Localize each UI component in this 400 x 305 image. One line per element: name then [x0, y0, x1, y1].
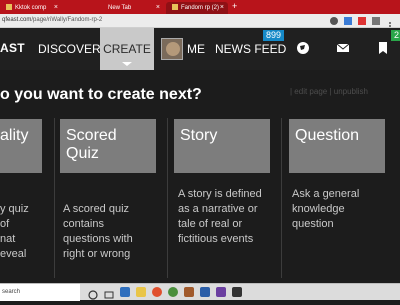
bookmark-badge: 2 [391, 30, 400, 41]
taskbar-search[interactable]: search [0, 284, 80, 301]
browser-tab[interactable]: New Tab × [102, 2, 164, 14]
new-tab-button[interactable]: + [232, 1, 237, 11]
edge-icon[interactable] [120, 287, 130, 297]
word-icon[interactable] [200, 287, 210, 297]
tab-label: Fandom rp (2) [181, 5, 220, 11]
page-actions[interactable]: | edit page | unpublish [290, 87, 368, 96]
card-title: Question [295, 127, 360, 144]
messages-icon[interactable] [335, 41, 351, 57]
bookmark-shape-icon [379, 42, 387, 54]
tab-close-icon[interactable]: × [220, 2, 224, 14]
task-view-glyph-icon [104, 291, 114, 299]
url-path: /page/riWally/Fandom-rp-2 [31, 17, 103, 23]
envelope-icon [336, 43, 350, 52]
create-card-personality[interactable]: ality [0, 119, 42, 173]
file-explorer-icon[interactable] [136, 287, 146, 297]
app-icon[interactable] [216, 287, 226, 297]
avatar[interactable] [161, 38, 183, 60]
tab-close-icon[interactable]: × [156, 2, 160, 14]
card-title: Story [180, 127, 218, 144]
browser-tab[interactable]: Kktok comp × [0, 2, 62, 14]
notifications-icon[interactable] [295, 41, 311, 57]
caret-down-icon [122, 62, 132, 66]
nav-discover[interactable]: DISCOVER [38, 42, 101, 56]
extension-icon[interactable] [358, 17, 366, 25]
card-description: y quiz of nat eveal [0, 203, 29, 260]
tab-favicon-icon [172, 4, 178, 11]
url-domain: qfeast.com [2, 17, 32, 23]
firefox-icon[interactable] [152, 287, 162, 297]
globe-icon [297, 42, 309, 54]
extension-icon[interactable] [330, 17, 338, 25]
create-card-scored-quiz[interactable]: Scored Quiz [60, 119, 156, 173]
column-divider [167, 118, 168, 278]
tab-label: New Tab [108, 5, 132, 11]
card-title: Scored Quiz [66, 127, 117, 162]
app-icon[interactable] [184, 287, 194, 297]
column-divider [54, 118, 55, 278]
nav-me[interactable]: ME [187, 42, 205, 56]
browser-tab-bar: Kktok comp × New Tab × Fandom rp (2) × + [0, 0, 400, 14]
circle-icon [88, 290, 98, 300]
tab-close-icon[interactable]: × [54, 2, 58, 14]
menu-icon[interactable] [388, 17, 396, 30]
create-card-question[interactable]: Question [289, 119, 385, 173]
nav-create-label: CREATE [103, 42, 151, 56]
create-card-story[interactable]: Story [174, 119, 270, 173]
app-icon[interactable] [232, 287, 242, 297]
bookmark-icon[interactable] [375, 41, 391, 57]
page-title: o you want to create next? [0, 86, 202, 103]
card-description: Ask a general knowledge question [292, 188, 360, 230]
tab-label: Kktok comp [15, 5, 47, 11]
site-header: AST DISCOVER CREATE ME NEWS FEED 899 2 [0, 28, 400, 70]
browser-tab-active[interactable]: Fandom rp (2) × [166, 2, 228, 14]
url-text[interactable]: qfeast.com/page/riWally/Fandom-rp-2 [2, 17, 102, 23]
nav-news-feed[interactable]: NEWS FEED [215, 42, 286, 56]
cortana-icon[interactable] [88, 287, 98, 300]
tab-favicon-icon [6, 4, 12, 11]
chrome-icon[interactable] [168, 287, 178, 297]
news-feed-badge: 899 [263, 30, 285, 41]
card-title: ality [0, 127, 29, 144]
site-logo[interactable]: AST [0, 41, 25, 55]
card-description: A story is defined as a narrative or tal… [178, 188, 262, 245]
address-bar[interactable]: qfeast.com/page/riWally/Fandom-rp-2 [0, 14, 400, 30]
extension-icon[interactable] [344, 17, 352, 25]
os-taskbar: search [0, 283, 400, 301]
extension-icon[interactable] [372, 17, 380, 25]
nav-create[interactable]: CREATE [100, 28, 154, 70]
card-description: A scored quiz contains questions with ri… [63, 203, 133, 260]
task-view-icon[interactable] [104, 287, 114, 299]
